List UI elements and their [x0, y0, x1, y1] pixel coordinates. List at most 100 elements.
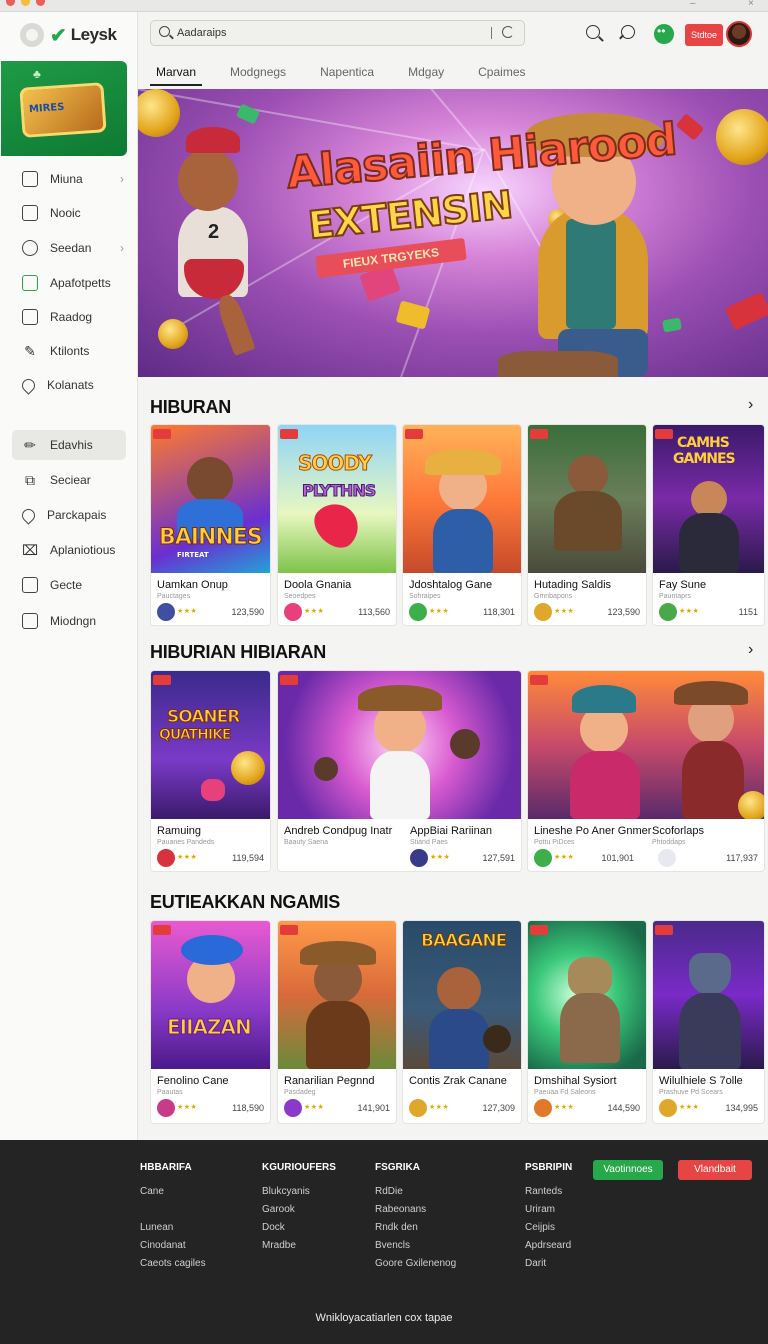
chat-icon[interactable] — [621, 25, 635, 39]
character-body — [370, 751, 430, 819]
game-card[interactable]: EIIAZAN Fenolino Cane Paautas ★★★ 118,59… — [150, 920, 271, 1124]
footer-link[interactable]: Cinodanat — [140, 1237, 206, 1255]
tab-napentica[interactable]: Napentica — [314, 62, 380, 86]
game-card[interactable]: Ranarilian Pegnnd Pasdadeg ★★★ 141,901 — [277, 920, 397, 1124]
game-card[interactable]: SOODY PLYTHNS Doola Gnania Seoedpes ★★★ … — [277, 424, 397, 626]
game-card[interactable]: BAAGANE Contis Zrak Canane ★★★ 127,309 — [402, 920, 522, 1124]
footer-link[interactable]: RdDie — [375, 1183, 456, 1201]
rating-stars: ★★★ — [554, 854, 575, 861]
sidebar-item-label: Gecte — [50, 578, 83, 592]
game-icon — [534, 849, 552, 867]
game-thumbnail: BAAGANE — [403, 921, 521, 1069]
footer-red-button[interactable]: Vlandbait — [678, 1160, 752, 1180]
section-title: EUTIEAKKAN NGAMIS — [150, 892, 340, 912]
ball-graphic — [483, 1025, 511, 1053]
character-body — [429, 1009, 489, 1069]
footer-link[interactable]: Ceijpis — [525, 1219, 572, 1237]
tab-cpaimes[interactable]: Cpaimes — [472, 62, 531, 86]
sidebar-item-nooic[interactable]: Nooic — [12, 198, 126, 228]
footer-link[interactable]: Garook — [262, 1201, 336, 1219]
game-card[interactable]: Dmshihal Sysiort Paeuaa Fd Saleons ★★★ 1… — [527, 920, 647, 1124]
thumb-title: EIIAZAN — [167, 1015, 253, 1040]
game-card[interactable]: CAMHS GAMNES Fay Sune Pauntaprs ★★★ 1151 — [652, 424, 765, 626]
footer-link[interactable]: Bvencls — [375, 1237, 456, 1255]
footer-link[interactable]: Uriram — [525, 1201, 572, 1219]
sidebar-item-miuna[interactable]: Miuna › — [12, 164, 126, 194]
window-chrome: – × — [0, 0, 768, 12]
sidebar-item-parckapais[interactable]: Parckapais — [12, 500, 126, 530]
footer-link[interactable]: Blukcyanis — [262, 1183, 336, 1201]
sidebar-item-seedan[interactable]: Seedan › — [12, 233, 126, 263]
footer-link[interactable] — [140, 1201, 206, 1219]
messages-icon[interactable] — [654, 24, 674, 44]
sidebar-item-label: Apafotpetts — [50, 276, 111, 290]
footer-link[interactable]: Apdrseard — [525, 1237, 572, 1255]
sidebar-item-gecte[interactable]: Gecte — [12, 570, 126, 600]
refresh-icon[interactable] — [502, 26, 514, 38]
tab-mdgay[interactable]: Mdgay — [402, 62, 450, 86]
hero-banner[interactable]: 2 Alasaiin Hiarood EXTENSIN FIEUX TRGYEK… — [138, 89, 768, 377]
tab-marvan[interactable]: Marvan — [150, 62, 203, 86]
store-button[interactable]: Stdtoe — [685, 24, 723, 46]
footer-link[interactable]: Goore Gxilenenog — [375, 1255, 456, 1273]
footer-link[interactable]: Mradbe — [262, 1237, 336, 1255]
play-count: 118,590 — [232, 1103, 264, 1113]
chevron-right-icon[interactable]: › — [748, 641, 753, 659]
search-input[interactable] — [177, 25, 477, 41]
tab-modgnegs[interactable]: Modgnegs — [224, 62, 292, 86]
cube-graphic — [724, 291, 768, 331]
app-logo[interactable]: ✔ Leysk — [20, 22, 117, 48]
sidebar-promo-banner[interactable]: ♣ MIRES — [1, 61, 127, 156]
footer-link[interactable]: Caeots cagiles — [140, 1255, 206, 1273]
game-card-wide[interactable]: Lineshe Po Aner Gnmer Scoforlaps Pottu P… — [527, 670, 765, 872]
game-card[interactable]: Wilulhiele S 7olle Prashuve Pd Scears ★★… — [652, 920, 765, 1124]
footer-link[interactable]: Ranteds — [525, 1183, 572, 1201]
thumb-subtitle: PLYTHNS — [301, 481, 376, 501]
sidebar-item-raadog[interactable]: Raadog — [12, 302, 126, 332]
character-hat — [572, 685, 636, 713]
character-hat — [300, 941, 376, 965]
sidebar-item-seciear[interactable]: ⧉ Seciear — [12, 465, 126, 495]
game-card[interactable]: SOANER QUATHIKE Ramuing Pauanes Pandeds … — [150, 670, 271, 872]
game-card[interactable]: Jdoshtalog Gane Sohraipes ★★★ 118,301 — [402, 424, 522, 626]
pen-icon: ✎ — [24, 343, 36, 359]
footer-link[interactable]: Darit — [525, 1255, 572, 1273]
footer-column: PSBRIPIN Ranteds Uriram Ceijpis Apdrsear… — [525, 1162, 572, 1273]
minimize-control[interactable]: – — [690, 0, 696, 9]
play-count: 118,301 — [483, 607, 515, 617]
thumb-title: BAAGANE — [420, 931, 507, 952]
close-control[interactable]: × — [748, 0, 754, 9]
close-window-dot[interactable] — [6, 0, 15, 6]
character-hat — [674, 681, 748, 705]
sidebar-item-kolanats[interactable]: Kolanats — [12, 370, 126, 400]
minimize-window-dot[interactable] — [21, 0, 30, 6]
footer-green-button[interactable]: Vaotinnoes — [593, 1160, 663, 1180]
footer-link[interactable]: Dock — [262, 1219, 336, 1237]
hot-badge — [153, 429, 171, 439]
avatar[interactable] — [726, 21, 752, 47]
footer-link[interactable]: Rndk den — [375, 1219, 456, 1237]
search-icon[interactable] — [586, 25, 600, 39]
chevron-right-icon[interactable]: › — [748, 396, 753, 414]
sidebar-item-apafotpetts[interactable]: Apafotpetts — [12, 268, 126, 298]
footer-link[interactable]: Lunean — [140, 1219, 206, 1237]
game-card-wide[interactable]: Andreb Condpug Inatr AppBiai Rariinan Ba… — [277, 670, 522, 872]
maximize-window-dot[interactable] — [36, 0, 45, 6]
footer-link[interactable]: Rabeonans — [375, 1201, 456, 1219]
sidebar-item-edavhis[interactable]: ✏ Edavhis — [12, 430, 126, 460]
footer-link[interactable]: Cane — [140, 1183, 206, 1201]
section-title: HIBURIAN HIBIARAN — [150, 642, 326, 662]
game-icon — [284, 603, 302, 621]
game-card[interactable]: Hutading Saldis Gmnbapons ★★★ 123,590 — [527, 424, 647, 626]
coin-graphic — [738, 791, 764, 819]
sidebar-item-miodngn[interactable]: Miodngn — [12, 606, 126, 636]
game-card[interactable]: BAINNES FIRTEAT Uamkan Onup Pauctages ★★… — [150, 424, 271, 626]
play-count: 127,309 — [482, 1103, 515, 1113]
game-icon — [658, 849, 676, 867]
sidebar-item-aplaniotious[interactable]: ⌧ Aplaniotious — [12, 535, 126, 565]
rating-stars: ★★★ — [429, 608, 450, 615]
search-bar[interactable] — [150, 20, 525, 46]
character-face — [691, 481, 727, 517]
card-subtitle: Sohraipes — [409, 593, 441, 600]
sidebar-item-ktilonts[interactable]: ✎ Ktilonts — [12, 336, 126, 366]
